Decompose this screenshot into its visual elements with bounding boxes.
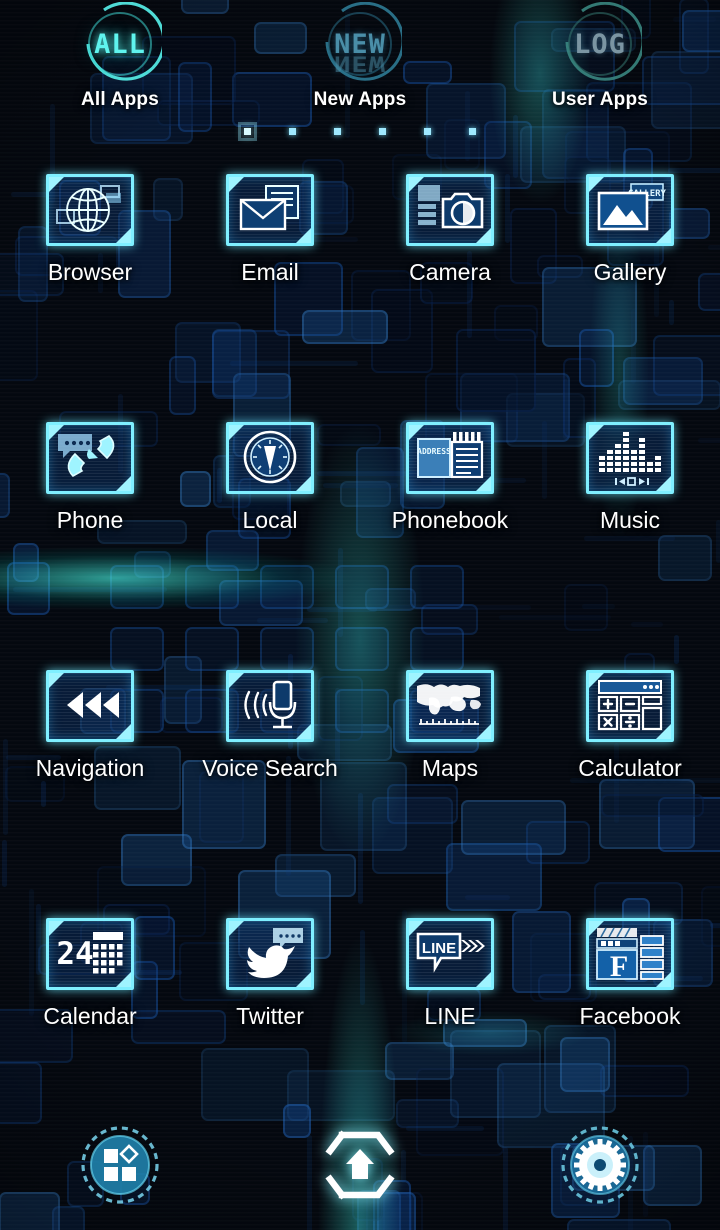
tab-all-glyph: ALL [94,28,146,60]
dock-widgets-button[interactable] [45,1123,195,1207]
page-dot[interactable] [334,127,341,135]
phonebook-icon-text: ADDRESS [417,447,451,456]
app-icon-maps[interactable]: Maps [360,654,540,902]
tab-user-glyph: LOG [574,28,626,60]
app-icon-browser[interactable]: Browser [0,158,180,406]
twitter-bird-icon [226,918,314,990]
app-label: Voice Search [202,755,338,781]
app-icon-music[interactable]: Music [540,406,720,654]
tab-new-label: New Apps [313,89,407,110]
page-dot[interactable] [379,127,386,135]
page-dot[interactable] [238,121,257,141]
app-label: Phonebook [391,507,509,533]
microphone-waves-icon [226,670,314,742]
app-label: Maps [421,755,479,781]
app-label: Local [242,507,298,533]
app-label: Browser [47,259,133,285]
facebook-window-icon: F [586,918,674,990]
app-label: Calculator [578,755,682,781]
calendar-24-icon: 24 [46,918,134,990]
app-label: Gallery [593,259,667,285]
tab-new-glyph: NEW NEW [334,28,386,76]
app-icon-phonebook[interactable]: ADDRESS Phonebook [360,406,540,654]
app-label: Navigation [35,755,145,781]
app-label: Email [241,259,299,285]
widgets-squares-icon [81,1126,159,1204]
app-drawer-tabbar: ALL All Apps NEW NEW New Apps LOG User A… [0,0,720,118]
page-dot[interactable] [424,127,431,135]
page-dot[interactable] [469,127,476,135]
calculator-keypad-icon [586,670,674,742]
equalizer-icon [586,422,674,494]
camera-icon [406,174,494,246]
tab-new-glyph-reflection: NEW [334,50,386,76]
compass-icon [226,422,314,494]
app-label: Camera [409,259,491,285]
app-icon-gallery[interactable]: GALLERY Gallery [540,158,720,406]
app-icon-email[interactable]: Email [180,158,360,406]
app-icon-camera[interactable]: Camera [360,158,540,406]
envelope-icon [226,174,314,246]
home-hexagon-icon [325,1130,395,1200]
tab-user-apps[interactable]: LOG User Apps [505,2,695,111]
facebook-icon-text: F [610,950,628,983]
tab-new-apps[interactable]: NEW NEW New Apps [265,2,455,111]
app-label: Phone [56,507,124,533]
app-icon-voice-search[interactable]: Voice Search [180,654,360,902]
app-icon-local[interactable]: Local [180,406,360,654]
app-label: Music [599,507,661,533]
launcher-screen: ALL All Apps NEW NEW New Apps LOG User A… [0,0,720,1230]
page-dot[interactable] [289,127,296,135]
tab-all-apps[interactable]: ALL All Apps [25,2,215,111]
all-apps-ring-icon: ALL [78,2,162,86]
app-grid: Browser Email Camera Gallery Phone Local… [0,158,720,1098]
app-icon-calculator[interactable]: Calculator [540,654,720,902]
line-icon-text: LINE [422,940,456,957]
dock-settings-button[interactable] [525,1123,675,1207]
tab-user-label: User Apps [551,89,649,110]
world-map-icon [406,670,494,742]
app-icon-phone[interactable]: Phone [0,406,180,654]
line-bubble-icon: LINE [406,918,494,990]
app-label: Calendar [43,1003,137,1029]
gallery-picture-icon: GALLERY [586,174,674,246]
address-book-icon: ADDRESS [406,422,494,494]
phone-handset-icon [46,422,134,494]
dock-home-button[interactable] [285,1117,435,1213]
dock-bar [0,1100,720,1230]
app-label: Twitter [236,1003,304,1029]
app-icon-navigation[interactable]: Navigation [0,654,180,902]
new-apps-ring-icon: NEW NEW [318,2,402,86]
page-indicator [0,120,720,142]
gear-icon [561,1126,639,1204]
app-label: LINE [424,1003,476,1029]
globe-icon [46,174,134,246]
calendar-icon-text: 24 [56,936,93,972]
app-label: Facebook [579,1003,681,1029]
tab-all-label: All Apps [81,89,159,110]
navigation-arrows-icon [46,670,134,742]
user-apps-ring-icon: LOG [558,2,642,86]
